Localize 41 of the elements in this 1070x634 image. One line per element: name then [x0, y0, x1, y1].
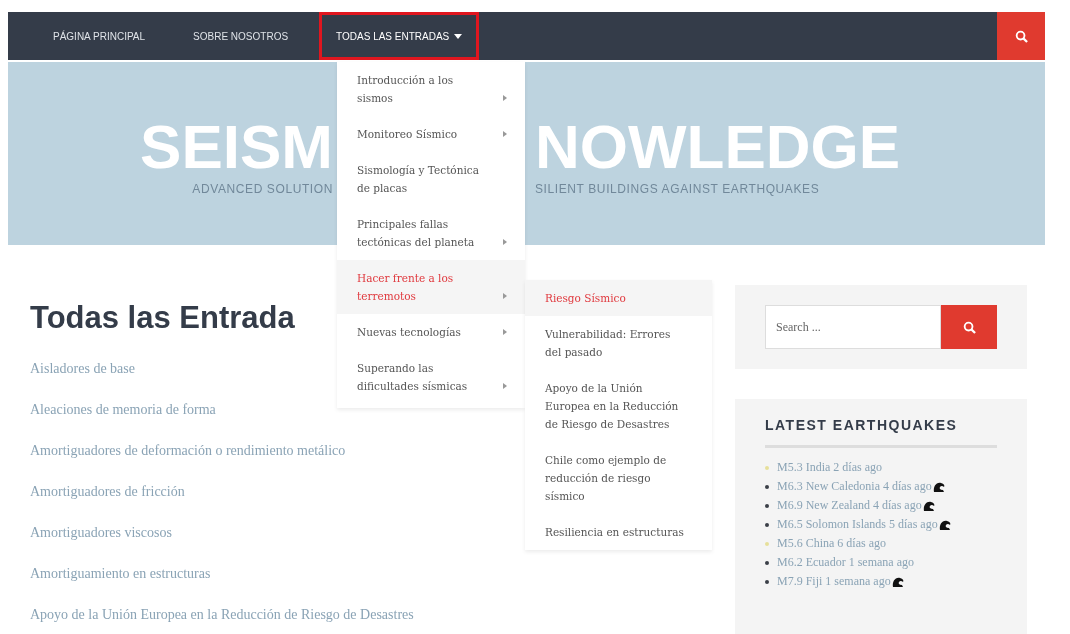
search-field[interactable]: Search ... [765, 305, 941, 349]
site-tagline: SILIENT BUILDINGS AGAINST EARTHQUAKES [535, 182, 821, 196]
widget-title: LATEST EARTHQUAKES [765, 417, 959, 433]
site-tagline: ADVANCED SOLUTION [192, 182, 333, 196]
earthquake-link[interactable]: M5.6 China 6 días ago [777, 536, 886, 551]
menu-item[interactable]: Nuevas tecnologías [337, 314, 525, 350]
post-link[interactable]: Aleaciones de memoria de forma [30, 389, 216, 430]
menu-item[interactable]: Chile como ejemplo de reducción de riesgo sísmico [525, 442, 712, 514]
search-button[interactable] [941, 305, 997, 349]
earthquake-link[interactable]: M6.9 New Zealand 4 días ago [777, 498, 922, 513]
nav-link[interactable]: SOBRE NOSOTROS [176, 12, 306, 60]
menu-item[interactable]: Sismología y Tectónica de placas [337, 152, 525, 206]
site-title: NOWLEDGE [535, 112, 901, 182]
earthquake-link[interactable]: M6.2 Ecuador 1 semana ago [777, 555, 914, 570]
earthquake-link[interactable]: M5.3 India 2 días ago [777, 460, 882, 475]
earthquake-link[interactable]: M6.5 Solomon Islands 5 días ago [777, 517, 938, 532]
menu-item[interactable]: Introducción a los sismos [337, 62, 525, 116]
menu-item[interactable]: Apoyo de la Unión Europea en la Reducción de Riesgo de Desastres [525, 370, 712, 442]
menu-item[interactable]: Vulnerabilidad: Errores del pasado [525, 316, 712, 370]
menu-item[interactable]: Superando las dificultades sísmicas [337, 350, 525, 404]
menu-item[interactable]: Riesgo Sísmico [525, 280, 712, 316]
earthquake-link[interactable]: M6.3 New Caledonia 4 días ago [777, 479, 932, 494]
post-link[interactable]: Amortiguadores viscosos [30, 512, 172, 553]
menu-item[interactable]: Resiliencia en estructuras [525, 514, 712, 550]
post-link[interactable]: Apoyo de la Unión Europea en la Reducción de Riesgo de Desastres [30, 594, 414, 634]
page-heading: Todas las Entrada [30, 300, 295, 336]
nav-link[interactable]: PÁGINA PRINCIPAL [36, 12, 163, 60]
post-link[interactable]: Amortiguamiento en estructuras [30, 553, 211, 594]
post-link[interactable]: Amortiguadores de deformación o rendimiento metálico [30, 430, 346, 471]
search-button[interactable] [997, 12, 1045, 60]
menu-item[interactable]: Monitoreo Sísmico [337, 116, 525, 152]
menu-item[interactable]: Principales fallas tectónicas del planeta [337, 206, 525, 260]
search-icon [1014, 29, 1028, 43]
post-link[interactable]: Aisladores de base [30, 348, 135, 389]
site-title: SEISM [140, 112, 333, 182]
post-link[interactable]: Amortiguadores de fricción [30, 471, 185, 512]
menu-item[interactable]: Hacer frente a los terremotos [337, 260, 525, 314]
nav-link[interactable]: TODAS LAS ENTRADAS [319, 12, 480, 60]
earthquake-link[interactable]: M7.9 Fiji 1 semana ago [777, 574, 891, 589]
search-icon [962, 320, 976, 334]
caret-icon [454, 33, 463, 39]
